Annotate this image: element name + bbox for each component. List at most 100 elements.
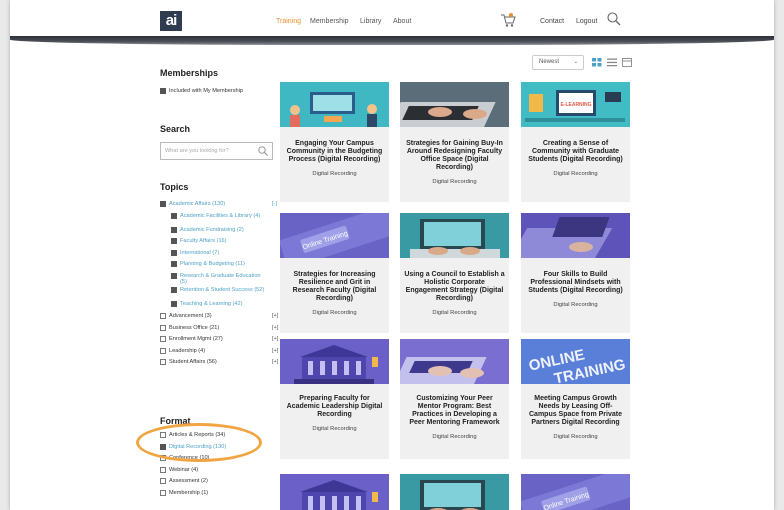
topic-filter-item[interactable]: Academic Facilities & Library (4) <box>171 212 267 220</box>
product-card[interactable]: Online Training Strategies for Increasing… <box>278 203 403 333</box>
product-card[interactable]: E-LEARNING Creating a Sense of Community … <box>521 82 630 202</box>
product-thumbnail[interactable] <box>400 213 509 258</box>
product-title[interactable]: Four Skills to Build Professional Mindse… <box>525 271 626 295</box>
checkbox[interactable] <box>160 359 166 365</box>
expand-toggle[interactable]: [+] <box>272 359 278 365</box>
topic-label: Retention & Student Success (52) <box>180 286 265 293</box>
checkbox[interactable] <box>160 88 166 94</box>
product-title[interactable]: Strategies for Gaining Buy-In Around Red… <box>404 140 505 172</box>
format-filter-item[interactable]: Webinar (4) <box>160 466 198 474</box>
topic-filter-item[interactable]: Retention & Student Success (52) <box>171 286 267 294</box>
topic-filter-item[interactable]: Business Office (21) <box>160 324 256 332</box>
topic-filter-item[interactable]: Academic Affairs (130) <box>160 201 256 208</box>
product-title[interactable]: Engaging Your Campus Community in the Bu… <box>284 140 385 164</box>
checkbox[interactable] <box>171 212 177 219</box>
product-thumbnail[interactable] <box>280 82 389 127</box>
nav-training[interactable]: Training <box>276 18 301 25</box>
checkbox[interactable] <box>171 300 177 307</box>
topic-filter-item[interactable]: Student Affairs (56) <box>160 359 256 366</box>
checkbox[interactable] <box>171 261 177 267</box>
topic-filter-item[interactable]: Leadership (4) <box>160 347 256 355</box>
topic-filter-item[interactable]: Teaching & Learning (42) <box>171 300 267 308</box>
product-title[interactable]: Meeting Campus Growth Needs by Leasing O… <box>525 395 626 427</box>
topic-filter-item[interactable]: Advancement (3) <box>160 313 256 320</box>
topic-filter-item[interactable]: Planning & Budgeting (11) <box>171 261 267 268</box>
checkbox[interactable] <box>171 286 177 293</box>
format-filter-item[interactable]: Membership (1) <box>160 489 208 497</box>
product-card[interactable]: Online Training <box>519 464 644 510</box>
checkbox[interactable] <box>160 324 166 331</box>
product-title[interactable]: Strategies for Increasing Resilience and… <box>284 271 385 303</box>
topic-filter-item[interactable]: Academic Fundraising (2) <box>171 226 267 234</box>
expand-toggle[interactable]: [+] <box>272 313 278 319</box>
topic-label: Leadership (4) <box>169 347 206 354</box>
topic-label: Academic Fundraising (2) <box>180 226 244 233</box>
highlight-circle <box>136 423 262 462</box>
product-format: Digital Recording <box>432 179 477 185</box>
checkbox[interactable] <box>171 238 177 244</box>
sort-select[interactable]: Newest ⌄ <box>532 55 584 70</box>
expand-toggle[interactable]: [+] <box>272 336 278 342</box>
product-card[interactable]: Strategies for Gaining Buy-In Around Red… <box>389 82 509 202</box>
format-filter-item[interactable]: Assessment (2) <box>160 478 208 485</box>
nav-membership[interactable]: Membership <box>310 18 349 25</box>
checkbox[interactable] <box>160 347 166 354</box>
calendar-view-icon[interactable] <box>622 58 632 67</box>
product-card[interactable]: Preparing Faculty for Academic Leadershi… <box>280 339 389 459</box>
product-thumbnail[interactable] <box>280 339 389 384</box>
product-card[interactable]: Four Skills to Build Professional Mindse… <box>510 213 630 333</box>
checkbox[interactable] <box>171 226 177 233</box>
expand-toggle[interactable]: [+] <box>272 325 278 331</box>
contact-link[interactable]: Contact <box>540 18 564 25</box>
product-format: Digital Recording <box>553 171 598 177</box>
checkbox[interactable] <box>160 478 166 484</box>
cart-icon[interactable] <box>500 13 516 28</box>
product-card[interactable]: Using a Council to Establish a Holistic … <box>400 213 509 333</box>
checkbox[interactable] <box>160 489 166 496</box>
product-title[interactable]: Using a Council to Establish a Holistic … <box>404 271 505 303</box>
product-thumbnail[interactable]: E-LEARNING <box>521 82 630 127</box>
product-card[interactable] <box>400 474 509 510</box>
search-icon[interactable] <box>258 146 268 156</box>
product-card[interactable] <box>280 474 389 510</box>
checkbox[interactable] <box>160 313 166 319</box>
format-label: Assessment (2) <box>169 478 208 484</box>
product-card[interactable]: Engaging Your Campus Community in the Bu… <box>280 82 389 202</box>
topic-filter-item[interactable]: Research & Graduate Education (5) <box>171 272 267 286</box>
product-thumbnail[interactable] <box>400 474 509 510</box>
expand-toggle[interactable]: [+] <box>272 348 278 354</box>
search-input[interactable]: What are you looking for? <box>160 142 273 160</box>
product-thumbnail[interactable] <box>280 474 389 510</box>
product-thumbnail[interactable]: Online Training <box>519 464 644 510</box>
product-thumbnail[interactable]: Online Training <box>278 203 403 270</box>
product-thumbnail[interactable] <box>389 82 509 127</box>
logout-link[interactable]: Logout <box>576 18 597 25</box>
product-thumbnail[interactable] <box>394 339 509 384</box>
grid-view-icon[interactable] <box>592 58 602 67</box>
product-format: Digital Recording <box>312 426 357 432</box>
checkbox[interactable] <box>171 249 177 256</box>
product-thumbnail[interactable]: ONLINE TRAINING <box>521 339 630 388</box>
checkbox[interactable] <box>160 466 166 473</box>
topic-filter-item[interactable]: Enrollment Mgmt (27) <box>160 336 256 343</box>
nav-about[interactable]: About <box>393 18 411 25</box>
product-title[interactable]: Preparing Faculty for Academic Leadershi… <box>284 395 385 419</box>
topic-label: Academic Affairs (130) <box>169 201 226 207</box>
expand-toggle[interactable]: [-] <box>272 201 277 207</box>
membership-filter[interactable]: Included with My Membership <box>160 88 243 95</box>
checkbox[interactable] <box>171 272 177 279</box>
list-view-icon[interactable] <box>607 58 617 67</box>
product-thumbnail[interactable] <box>510 213 630 258</box>
topic-label: Business Office (21) <box>169 324 220 331</box>
topic-filter-item[interactable]: International (7) <box>171 249 267 257</box>
checkbox[interactable] <box>160 336 166 342</box>
nav-library[interactable]: Library <box>360 18 381 25</box>
product-title[interactable]: Creating a Sense of Community with Gradu… <box>525 140 626 164</box>
logo[interactable]: ai <box>160 11 182 31</box>
checkbox[interactable] <box>160 201 166 207</box>
product-title[interactable]: Customizing Your Peer Mentor Program: Be… <box>404 395 505 427</box>
product-card[interactable]: ONLINE TRAINING Meeting Campus Growth Need… <box>521 339 630 459</box>
topic-filter-item[interactable]: Faculty Affairs (16) <box>171 238 267 245</box>
search-icon[interactable] <box>607 12 621 26</box>
product-card[interactable]: Customizing Your Peer Mentor Program: Be… <box>394 339 509 459</box>
